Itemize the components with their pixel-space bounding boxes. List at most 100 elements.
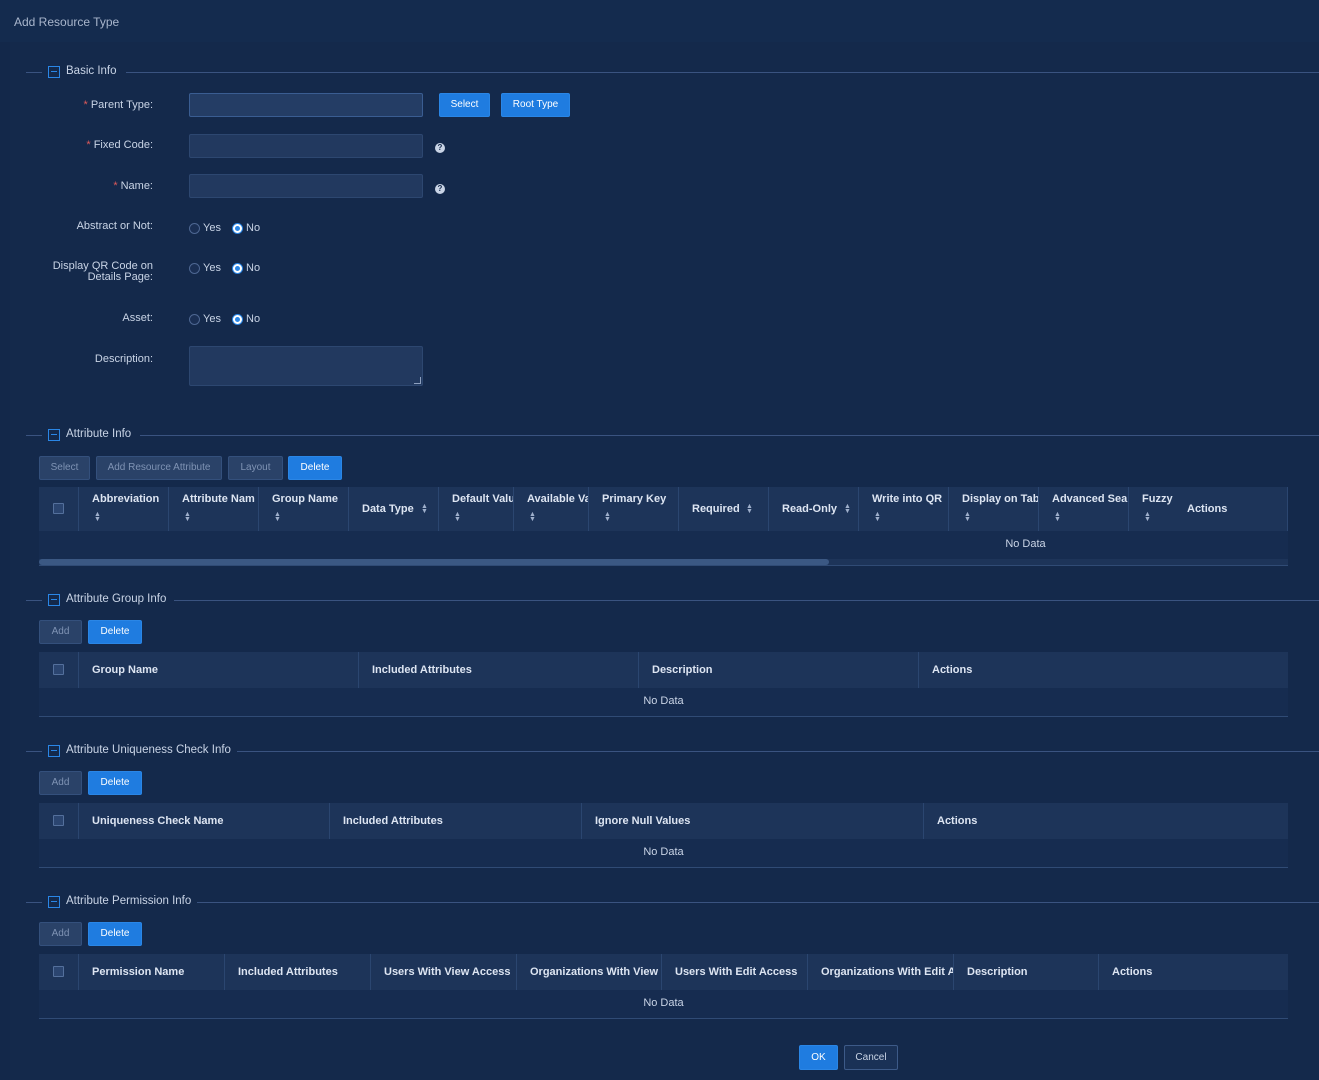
uniqueness-delete-button[interactable]: Delete [88,771,142,795]
section-uniqueness-check-info: Attribute Uniqueness Check Info [26,744,1319,758]
column-header[interactable]: Required ▲ ▼ [678,487,768,531]
group-table: Group Name Included Attributes Descripti… [39,652,1288,717]
column-header[interactable]: Fuzzy S▲▼ [1128,487,1174,531]
column-header: Included Attributes [358,652,638,688]
column-header: Organizations With Edit A [807,954,953,990]
dialog-title-bar [0,0,1319,42]
collapse-icon[interactable] [48,66,60,78]
select-all-checkbox[interactable] [53,966,64,977]
column-header[interactable]: Read-Only ▲ ▼ [768,487,858,531]
empty-state: No Data [643,695,684,707]
collapse-icon[interactable] [48,745,60,757]
parent-type-label: * Parent Type: [83,99,153,111]
name-input[interactable] [189,174,423,198]
description-textarea[interactable] [189,346,423,386]
sort-icon: ▲ ▼ [604,511,611,523]
collapse-icon[interactable] [48,429,60,441]
sort-icon: ▲ ▼ [94,511,101,523]
ok-button[interactable]: OK [799,1045,838,1070]
section-permission-info: Attribute Permission Info [26,895,1319,909]
sort-icon: ▲ ▼ [874,511,881,523]
sort-icon: ▲ ▼ [454,511,461,523]
column-header: Included Attributes [329,803,581,839]
column-header[interactable]: Available Va ▲ ▼ [513,487,588,531]
column-header: Included Attributes [224,954,370,990]
group-add-button[interactable]: Add [39,620,82,644]
column-header: Group Name [78,652,358,688]
column-header: Organizations With View [516,954,661,990]
sort-icon: ▲ ▼ [1054,511,1061,523]
section-title: Attribute Group Info [66,593,173,605]
column-header[interactable]: Attribute Nam ▲ ▼ [168,487,258,531]
column-header: Actions [1174,487,1288,531]
column-header: Actions [1098,954,1288,990]
column-header: Permission Name [78,954,224,990]
section-title: Attribute Info [66,428,138,440]
cancel-button[interactable]: Cancel [844,1045,898,1070]
section-title: Basic Info [66,65,123,77]
parent-type-input[interactable] [189,93,423,117]
select-all-checkbox[interactable] [53,503,64,514]
attribute-table-header: Abbreviation ▲ ▼ Attribute Nam ▲ ▼ Group Nam… [39,487,1288,531]
column-header: Users With View Access [370,954,516,990]
section-title: Attribute Permission Info [66,895,198,907]
help-icon[interactable]: ? [435,143,445,153]
column-header[interactable]: Advanced Sear ▲ ▼ [1038,487,1128,531]
column-header[interactable]: Display on Tab ▲ ▼ [948,487,1038,531]
column-header: Actions [918,652,1288,688]
attribute-table: Abbreviation ▲ ▼ Attribute Nam ▲ ▼ Group Nam… [39,487,1288,567]
section-attribute-info: Attribute Info [26,428,1319,442]
root-type-button[interactable]: Root Type [501,93,570,117]
sort-icon: ▲ ▼ [529,511,536,523]
select-all-checkbox[interactable] [53,815,64,826]
collapse-icon[interactable] [48,896,60,908]
section-title: Attribute Uniqueness Check Info [66,744,237,756]
sort-icon: ▲ ▼ [421,503,428,515]
column-header[interactable]: Primary Key ▲ ▼ [588,487,678,531]
uniqueness-table: Uniqueness Check Name Included Attribute… [39,803,1288,868]
column-header[interactable]: Write into QR ▲ ▼ [858,487,948,531]
display-qr-label: Display QR Code on Details Page: [52,260,153,283]
layout-button[interactable]: Layout [228,456,283,480]
group-delete-button[interactable]: Delete [88,620,142,644]
section-attribute-group-info: Attribute Group Info [26,593,1319,607]
dialog-title: Add Resource Type [14,15,120,29]
select-parent-type-button[interactable]: Select [439,93,490,117]
collapse-icon[interactable] [48,594,60,606]
permission-add-button[interactable]: Add [39,922,82,946]
empty-state: No Data [643,846,684,858]
permission-delete-button[interactable]: Delete [88,922,142,946]
select-all-checkbox[interactable] [53,664,64,675]
sort-icon: ▲ ▼ [1144,511,1151,523]
sort-icon: ▲ ▼ [844,503,851,515]
attribute-table-body: No Data [39,531,1288,559]
column-header: Actions [923,803,1288,839]
empty-state: No Data [1005,538,1046,550]
description-label: Description: [94,353,153,365]
column-header: Description [953,954,1098,990]
column-header[interactable]: Group Name ▲ ▼ [258,487,348,531]
name-label: * Name: [113,180,153,192]
column-header[interactable]: Data Type ▲ ▼ [348,487,438,531]
sort-icon: ▲ ▼ [964,511,971,523]
fixed-code-input[interactable] [189,134,423,158]
attribute-select-button[interactable]: Select [39,456,90,480]
column-header[interactable]: Abbreviation ▲ ▼ [78,487,168,531]
help-icon[interactable]: ? [435,184,445,194]
sort-icon: ▲ ▼ [746,503,753,515]
permission-table: Permission Name Included Attributes User… [39,954,1288,1019]
sort-icon: ▲ ▼ [184,511,191,523]
section-basic-info: Basic Info [26,65,1319,79]
column-header: Users With Edit Access [661,954,807,990]
empty-state: No Data [643,997,684,1009]
column-header[interactable]: Default Valu ▲ ▼ [438,487,513,531]
add-resource-attribute-button[interactable]: Add Resource Attribute [96,456,222,480]
resize-handle-icon[interactable] [414,377,421,384]
column-header: Description [638,652,918,688]
abstract-label: Abstract or Not: [76,220,153,232]
uniqueness-add-button[interactable]: Add [39,771,82,795]
column-header: Ignore Null Values [581,803,923,839]
attribute-delete-button[interactable]: Delete [288,456,342,480]
fixed-code-label: * Fixed Code: [86,139,153,151]
column-header: Uniqueness Check Name [78,803,329,839]
